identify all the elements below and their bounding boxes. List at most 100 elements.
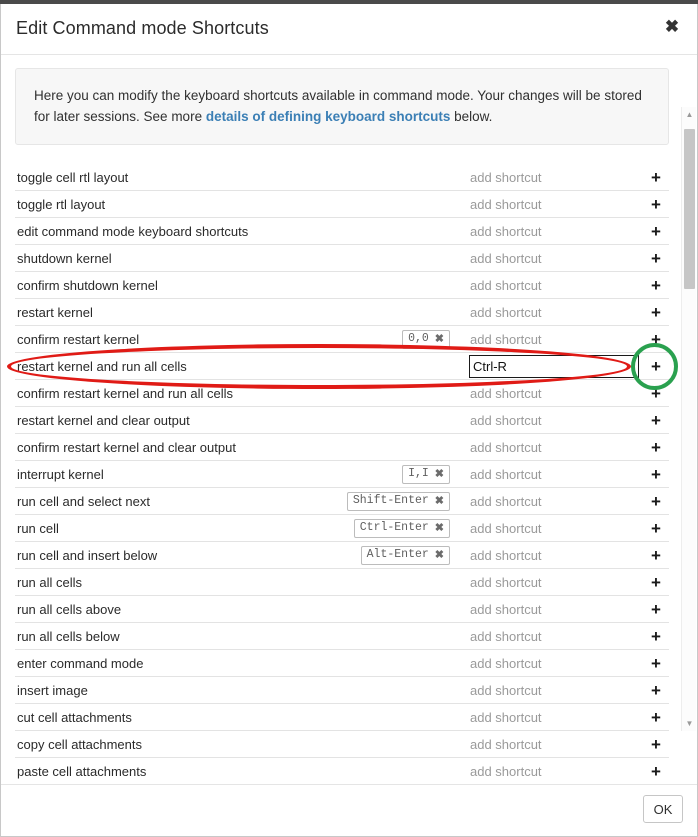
modal-footer: OK xyxy=(1,784,697,836)
add-shortcut-plus-icon[interactable]: + xyxy=(647,439,665,456)
table-row: cut cell attachments add shortcut + xyxy=(15,704,669,731)
table-row: enter command mode add shortcut + xyxy=(15,650,669,677)
add-shortcut-label[interactable]: add shortcut xyxy=(470,386,542,401)
modal-body: Here you can modify the keyboard shortcu… xyxy=(1,55,697,784)
add-shortcut-label[interactable]: add shortcut xyxy=(470,764,542,779)
scrollbar-thumb[interactable] xyxy=(684,129,695,289)
shortcut-chip-label: 0,0 xyxy=(408,331,429,345)
add-shortcut-plus-icon[interactable]: + xyxy=(647,466,665,483)
add-shortcut-label[interactable]: add shortcut xyxy=(470,332,542,347)
add-shortcut-plus-icon[interactable]: + xyxy=(647,223,665,240)
remove-shortcut-icon[interactable]: ✖ xyxy=(435,332,444,346)
table-row: toggle cell rtl layout add shortcut + xyxy=(15,164,669,191)
shortcut-chip-label: Alt-Enter xyxy=(366,547,429,561)
shortcut-chips: 0,0 ✖ xyxy=(402,329,450,349)
add-shortcut-label[interactable]: add shortcut xyxy=(470,197,542,212)
shortcut-input[interactable] xyxy=(469,355,639,378)
add-shortcut-plus-icon[interactable]: + xyxy=(647,250,665,267)
shortcut-chip-label: I,I xyxy=(408,466,429,480)
add-shortcut-label[interactable]: add shortcut xyxy=(470,521,542,536)
shortcut-command-label: enter command mode xyxy=(17,655,144,671)
table-row: interrupt kernel I,I ✖ add shortcut + xyxy=(15,461,669,488)
shortcut-command-label: interrupt kernel xyxy=(17,466,104,482)
add-shortcut-label[interactable]: add shortcut xyxy=(470,278,542,293)
add-shortcut-label[interactable]: add shortcut xyxy=(470,224,542,239)
add-shortcut-label[interactable]: add shortcut xyxy=(470,440,542,455)
shortcut-chips: Shift-Enter ✖ xyxy=(346,491,450,511)
add-shortcut-plus-icon[interactable]: + xyxy=(647,169,665,186)
remove-shortcut-icon[interactable]: ✖ xyxy=(435,548,444,562)
ok-button[interactable]: OK xyxy=(643,795,683,823)
add-shortcut-label[interactable]: add shortcut xyxy=(470,737,542,752)
remove-shortcut-icon[interactable]: ✖ xyxy=(435,467,444,481)
shortcut-chip[interactable]: I,I ✖ xyxy=(402,464,450,484)
add-shortcut-plus-icon[interactable]: + xyxy=(647,736,665,753)
add-shortcut-label[interactable]: add shortcut xyxy=(470,305,542,320)
shortcut-chip[interactable]: Ctrl-Enter ✖ xyxy=(353,518,450,538)
add-shortcut-label[interactable]: add shortcut xyxy=(470,710,542,725)
add-shortcut-label[interactable]: add shortcut xyxy=(470,494,542,509)
add-shortcut-plus-icon[interactable]: + xyxy=(647,655,665,672)
add-shortcut-plus-icon[interactable]: + xyxy=(647,628,665,645)
shortcut-command-label: restart kernel xyxy=(17,304,93,320)
add-shortcut-plus-icon[interactable]: + xyxy=(647,385,665,402)
add-shortcut-plus-icon[interactable]: + xyxy=(647,574,665,591)
add-shortcut-label[interactable]: add shortcut xyxy=(470,467,542,482)
scroll-down-arrow-icon[interactable]: ▼ xyxy=(682,716,697,731)
info-text-after: below. xyxy=(450,109,493,124)
shortcut-command-label: restart kernel and clear output xyxy=(17,412,190,428)
shortcut-command-label: run cell xyxy=(17,520,59,536)
shortcut-command-label: restart kernel and run all cells xyxy=(17,358,187,374)
add-shortcut-label[interactable]: add shortcut xyxy=(470,413,542,428)
shortcut-command-label: insert image xyxy=(17,682,88,698)
add-shortcut-label[interactable]: add shortcut xyxy=(470,575,542,590)
add-shortcut-plus-icon[interactable]: + xyxy=(647,196,665,213)
shortcut-command-label: run cell and select next xyxy=(17,493,150,509)
shortcut-chips: Alt-Enter ✖ xyxy=(360,545,450,565)
shortcut-command-label: toggle rtl layout xyxy=(17,196,106,212)
shortcut-command-label: confirm restart kernel and clear output xyxy=(17,439,236,455)
shortcut-command-label: shutdown kernel xyxy=(17,250,112,266)
add-shortcut-label[interactable]: add shortcut xyxy=(470,548,542,563)
add-shortcut-plus-icon[interactable]: + xyxy=(647,277,665,294)
add-shortcut-label[interactable]: add shortcut xyxy=(470,656,542,671)
remove-shortcut-icon[interactable]: ✖ xyxy=(435,494,444,508)
add-shortcut-plus-icon[interactable]: + xyxy=(647,520,665,537)
shortcut-chip[interactable]: Shift-Enter ✖ xyxy=(346,491,450,511)
add-shortcut-label[interactable]: add shortcut xyxy=(470,170,542,185)
add-shortcut-plus-icon[interactable]: + xyxy=(647,412,665,429)
shortcut-command-label: copy cell attachments xyxy=(17,736,143,752)
add-shortcut-plus-icon[interactable]: + xyxy=(647,601,665,618)
shortcut-rows-list: toggle cell rtl layout add shortcut + toggl… xyxy=(15,164,669,784)
add-shortcut-label[interactable]: add shortcut xyxy=(470,251,542,266)
details-of-defining-keyboard-shortcuts-link[interactable]: details of defining keyboard shortcuts xyxy=(206,109,451,124)
shortcut-command-label: cut cell attachments xyxy=(17,709,132,725)
page-title: Edit Command mode Shortcuts xyxy=(16,18,269,38)
shortcut-chip[interactable]: Alt-Enter ✖ xyxy=(360,545,450,565)
add-shortcut-plus-icon[interactable]: + xyxy=(647,763,665,780)
add-shortcut-plus-icon[interactable]: + xyxy=(647,331,665,348)
remove-shortcut-icon[interactable]: ✖ xyxy=(435,521,444,535)
shortcut-chip-label: Ctrl-Enter xyxy=(359,520,429,534)
shortcut-chip[interactable]: 0,0 ✖ xyxy=(402,329,450,349)
shortcuts-dialog-screen: Edit Command mode Shortcuts ✖ Here you c… xyxy=(0,0,698,837)
add-shortcut-label[interactable]: add shortcut xyxy=(470,629,542,644)
add-shortcut-plus-icon[interactable]: + xyxy=(647,682,665,699)
table-row: run cell and select next Shift-Enter ✖ add … xyxy=(15,488,669,515)
table-row: copy cell attachments add shortcut + xyxy=(15,731,669,758)
vertical-scrollbar[interactable]: ▲ ▼ xyxy=(681,107,696,731)
scroll-up-arrow-icon[interactable]: ▲ xyxy=(682,107,697,122)
shortcut-command-label: run all cells xyxy=(17,574,83,590)
add-shortcut-plus-icon[interactable]: + xyxy=(647,358,665,375)
add-shortcut-plus-icon[interactable]: + xyxy=(647,304,665,321)
info-alert-text: Here you can modify the keyboard shortcu… xyxy=(34,85,650,127)
close-icon[interactable]: ✖ xyxy=(661,16,683,38)
add-shortcut-plus-icon[interactable]: + xyxy=(647,709,665,726)
shortcut-chips: Ctrl-Enter ✖ xyxy=(353,518,450,538)
add-shortcut-label[interactable]: add shortcut xyxy=(470,602,542,617)
add-shortcut-label[interactable]: add shortcut xyxy=(470,683,542,698)
add-shortcut-plus-icon[interactable]: + xyxy=(647,493,665,510)
add-shortcut-plus-icon[interactable]: + xyxy=(647,547,665,564)
table-row: toggle rtl layout add shortcut + xyxy=(15,191,669,218)
shortcut-command-label: confirm restart kernel and run all cells xyxy=(17,385,234,401)
